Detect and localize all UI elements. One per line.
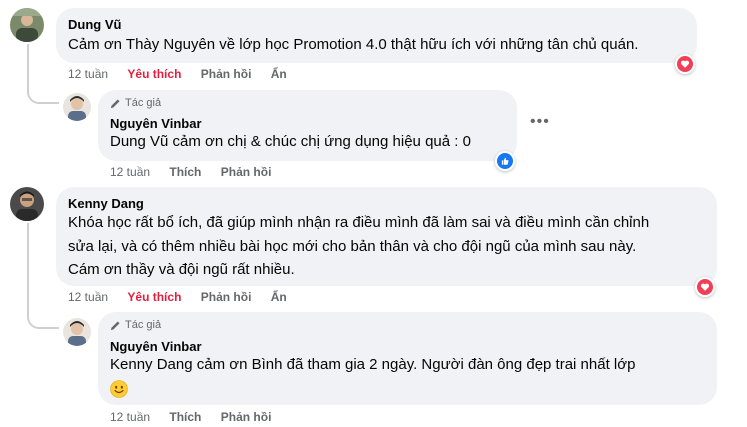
reply-button[interactable]: Phản hồi (201, 67, 252, 81)
thumbs-up-icon (497, 153, 513, 169)
author-badge-label: Tác giả (125, 97, 162, 109)
avatar-image (10, 187, 44, 221)
hide-button[interactable]: Ẩn (271, 67, 287, 81)
reply-time[interactable]: 12 tuần (110, 165, 150, 179)
comment-text-line-3: Cám ơn thầy và đội ngũ rất nhiều. (68, 261, 295, 278)
comment-actions: 12 tuần Yêu thích Phản hồi Ẩn (68, 290, 303, 304)
mention-tag[interactable]: Kenny Dang (110, 356, 193, 373)
avatar-nguyen-vinbar[interactable] (63, 318, 91, 346)
hide-button[interactable]: Ẩn (271, 290, 287, 304)
reply-text: Kenny Dang cảm ơn Bình đã tham gia 2 ngà… (110, 354, 635, 376)
comment-actions: 12 tuần Yêu thích Phản hồi Ẩn (68, 67, 303, 81)
reply-actions: 12 tuần Thích Phản hồi (110, 165, 287, 179)
author-badge-label: Tác giả (125, 319, 162, 331)
reply-body: cảm ơn chị & chúc chị ứng dụng hiệu quả … (172, 133, 471, 150)
reply-text: Dung Vũ cảm ơn chị & chúc chị ứng dụng h… (110, 131, 471, 153)
thread-connector (27, 44, 59, 104)
love-button[interactable]: Yêu thích (127, 290, 181, 304)
reply-button[interactable]: Phản hồi (201, 290, 252, 304)
comment-thread: Dung Vũ Cảm ơn Thày Nguyên về lớp học Pr… (0, 0, 747, 427)
avatar-dung-vu[interactable] (10, 8, 44, 42)
author-badge: Tác giả (110, 97, 161, 109)
smiling-face-emoji (110, 380, 128, 398)
avatar-kenny-dang[interactable] (10, 187, 44, 221)
like-button[interactable]: Thích (169, 410, 201, 424)
mention-tag[interactable]: Dung Vũ (110, 133, 168, 150)
reply-author[interactable]: Nguyên Vinbar (110, 116, 202, 131)
like-button[interactable]: Thích (169, 165, 201, 179)
comment-text-line-2: sửa lại, và có thêm nhiều bài học mới ch… (68, 238, 637, 255)
comment-text-line-1: Khóa học rất bổ ích, đã giúp mình nhận r… (68, 214, 650, 231)
thread-connector (27, 223, 59, 329)
reaction-badge[interactable] (675, 54, 695, 74)
comment-time[interactable]: 12 tuần (68, 67, 108, 81)
pencil-icon (110, 98, 120, 108)
comment-text: Cảm ơn Thày Nguyên về lớp học Promotion … (68, 36, 639, 53)
comment-time[interactable]: 12 tuần (68, 290, 108, 304)
more-options-icon[interactable]: ••• (530, 113, 550, 131)
reaction-badge[interactable] (495, 151, 515, 171)
reply-body: cảm ơn Bình đã tham gia 2 ngày. Người đà… (196, 356, 636, 373)
avatar-image (10, 8, 44, 42)
love-button[interactable]: Yêu thích (127, 67, 181, 81)
comment-author[interactable]: Dung Vũ (68, 17, 121, 32)
avatar-image (63, 318, 91, 346)
reply-button[interactable]: Phản hồi (221, 410, 272, 424)
comment-author[interactable]: Kenny Dang (68, 196, 144, 211)
author-badge: Tác giả (110, 319, 161, 331)
reply-actions: 12 tuần Thích Phản hồi (110, 410, 287, 424)
reaction-badge[interactable] (695, 277, 715, 297)
avatar-nguyen-vinbar[interactable] (63, 93, 91, 121)
heart-icon (677, 56, 693, 72)
avatar-image (63, 93, 91, 121)
reply-button[interactable]: Phản hồi (221, 165, 272, 179)
heart-icon (697, 279, 713, 295)
reply-author[interactable]: Nguyên Vinbar (110, 339, 202, 354)
pencil-icon (110, 320, 120, 330)
reply-time[interactable]: 12 tuần (110, 410, 150, 424)
